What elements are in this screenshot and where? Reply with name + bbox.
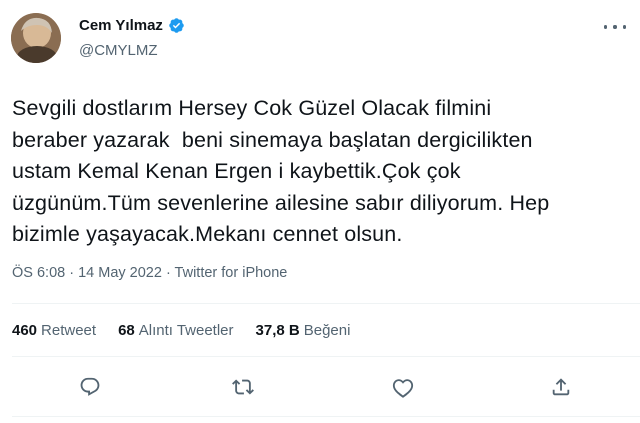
retweet-icon[interactable] [229,373,257,401]
tweet-line: Sevgili dostlarım Hersey Cok Güzel Olaca… [12,96,492,120]
quote-tweet-count[interactable]: 68 Alıntı Tweetler [118,322,233,339]
avatar[interactable] [11,13,61,63]
divider [12,303,640,304]
like-icon[interactable] [389,373,417,401]
share-icon[interactable] [547,373,575,401]
tweet-line: bizimle yaşayacak.Mekanı cennet olsun. [12,222,403,246]
tweet-stats: 460 Retweet 68 Alıntı Tweetler 37,8 B Beğen… [12,322,350,339]
tweet-meta: ÖS 6:08 · 14 May 2022 · Twitter for iPho… [12,265,287,281]
tweet-timestamp[interactable]: ÖS 6:08 · 14 May 2022 · [12,265,175,281]
retweet-count[interactable]: 460 Retweet [12,322,96,339]
action-bar [0,373,640,403]
divider [12,416,640,417]
tweet-line: ustam Kemal Kenan Ergen i kaybettik.Çok … [12,159,461,183]
like-count[interactable]: 37,8 B Beğeni [256,322,351,339]
user-handle[interactable]: @CMYLMZ [79,42,158,59]
tweet-line: üzgünüm.Tüm sevenlerine ailesine sabır d… [12,190,550,215]
verified-badge-icon [168,17,185,34]
more-options-icon[interactable] [604,20,626,34]
avatar-image [11,13,61,63]
user-name-row: Cem Yılmaz [79,17,185,34]
tweet-line: beraber yazarak beni sinemaya başlatan d… [12,127,533,152]
tweet-text: Sevgili dostlarım Hersey Cok Güzel Olaca… [12,93,630,251]
tweet-source[interactable]: Twitter for iPhone [175,265,288,281]
reply-icon[interactable] [76,373,104,401]
divider [12,356,640,357]
display-name[interactable]: Cem Yılmaz [79,17,163,34]
